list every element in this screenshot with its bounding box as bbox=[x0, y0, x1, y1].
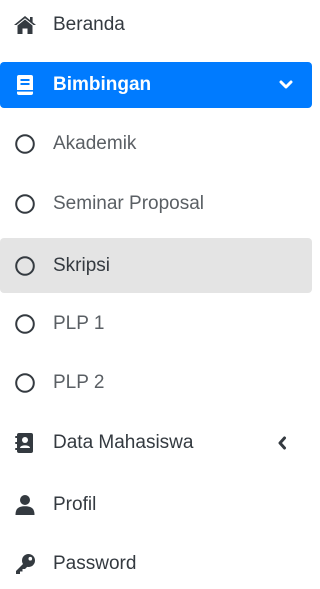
chevron-down-icon bbox=[278, 77, 294, 93]
sidebar-item-label: Password bbox=[53, 553, 137, 574]
sidebar-subitem-akademik[interactable]: Akademik bbox=[0, 121, 312, 167]
sidebar-item-label: PLP 2 bbox=[53, 372, 105, 393]
user-icon bbox=[12, 492, 38, 518]
home-icon bbox=[12, 12, 38, 38]
sidebar-item-beranda[interactable]: Beranda bbox=[0, 2, 312, 48]
book-icon bbox=[12, 72, 38, 98]
sidebar-item-label: Profil bbox=[53, 494, 97, 515]
circle-outline-icon bbox=[12, 253, 38, 279]
circle-outline-icon bbox=[12, 311, 38, 337]
sidebar-item-password[interactable]: Password bbox=[0, 541, 312, 587]
sidebar-item-label: PLP 1 bbox=[53, 313, 105, 334]
sidebar-item-label: Skripsi bbox=[53, 254, 111, 276]
sidebar-item-label: Seminar Proposal bbox=[53, 193, 205, 214]
sidebar-subitem-seminar-proposal[interactable]: Seminar Proposal bbox=[0, 181, 312, 227]
circle-outline-icon bbox=[12, 370, 38, 396]
key-icon bbox=[12, 551, 38, 577]
sidebar-item-label: Beranda bbox=[53, 14, 125, 35]
sidebar-subitem-skripsi[interactable]: Skripsi bbox=[0, 238, 312, 293]
sidebar-item-bimbingan[interactable]: Bimbingan bbox=[0, 62, 312, 108]
sidebar-subitem-plp-2[interactable]: PLP 2 bbox=[0, 360, 312, 406]
circle-outline-icon bbox=[12, 131, 38, 157]
chevron-left-icon bbox=[274, 435, 290, 451]
sidebar-item-label: Data Mahasiswa bbox=[53, 432, 194, 453]
sidebar-item-profil[interactable]: Profil bbox=[0, 482, 312, 528]
address-book-icon bbox=[12, 430, 38, 456]
sidebar-menu: Beranda Bimbingan Akademik Seminar Propo… bbox=[0, 0, 316, 589]
circle-outline-icon bbox=[12, 191, 38, 217]
sidebar-item-data-mahasiswa[interactable]: Data Mahasiswa bbox=[0, 420, 312, 466]
sidebar-item-label: Akademik bbox=[53, 133, 137, 154]
sidebar-item-label: Bimbingan bbox=[53, 74, 152, 95]
sidebar-subitem-plp-1[interactable]: PLP 1 bbox=[0, 301, 312, 347]
